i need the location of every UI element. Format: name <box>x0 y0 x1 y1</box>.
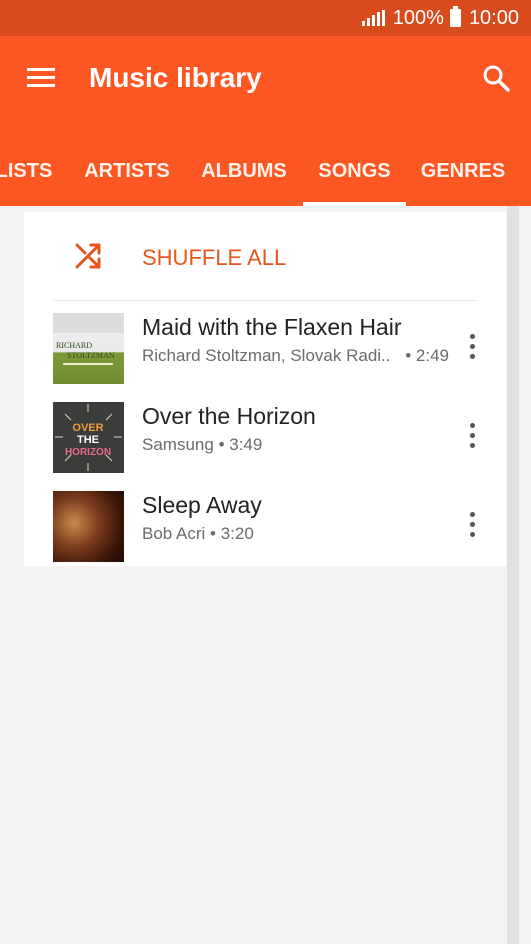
shuffle-all-button[interactable]: SHUFFLE ALL <box>24 212 506 300</box>
song-row[interactable]: RICHARD STOLTZMAN Maid with the Flaxen H… <box>24 304 506 392</box>
album-art: OVER THE HORIZON <box>53 402 124 473</box>
art-label: THE <box>77 434 99 446</box>
menu-icon[interactable] <box>27 68 55 88</box>
art-label: OVER <box>72 422 103 434</box>
shuffle-all-label: SHUFFLE ALL <box>142 245 287 270</box>
song-title: Sleep Away <box>142 492 262 518</box>
song-row[interactable]: OVER THE HORIZON Over the Horizon Samsun… <box>24 393 506 481</box>
divider <box>53 300 478 301</box>
status-bar: 100% 10:00 <box>0 0 531 36</box>
more-options-icon[interactable] <box>462 510 482 540</box>
more-options-icon[interactable] <box>462 421 482 451</box>
tab-artists[interactable]: ARTISTS <box>72 146 182 206</box>
shuffle-icon <box>75 243 101 269</box>
battery-percent: 100% <box>392 6 444 29</box>
song-duration: • 3:20 <box>210 524 254 543</box>
search-icon[interactable] <box>482 64 510 92</box>
album-art <box>53 491 124 562</box>
tab-songs[interactable]: SONGS <box>303 146 406 206</box>
tab-albums[interactable]: ALBUMS <box>190 146 298 206</box>
song-subtitle: Richard Stoltzman, Slovak Radi.. • 2:49 <box>142 346 449 366</box>
tab-bar: LISTS ARTISTS ALBUMS SONGS GENRES <box>0 146 531 206</box>
tab-lists[interactable]: LISTS <box>0 146 54 206</box>
song-row[interactable]: Sleep Away Bob Acri • 3:20 <box>24 482 506 570</box>
art-label: STOLTZMAN <box>67 351 115 360</box>
battery-icon <box>449 6 461 27</box>
song-subtitle: Bob Acri • 3:20 <box>142 524 254 544</box>
album-art: RICHARD STOLTZMAN <box>53 313 124 384</box>
app-bar: Music library LISTS ARTISTS ALBUMS SONGS… <box>0 36 531 206</box>
tab-genres[interactable]: GENRES <box>412 146 514 206</box>
song-artist: Richard Stoltzman, Slovak Radi.. <box>142 346 391 365</box>
song-duration: • 2:49 <box>405 346 449 365</box>
art-label: RICHARD <box>56 341 92 350</box>
song-subtitle: Samsung • 3:49 <box>142 435 262 455</box>
page-title: Music library <box>89 62 262 93</box>
song-artist: Bob Acri <box>142 524 206 543</box>
song-artist: Samsung <box>142 435 214 454</box>
song-title: Over the Horizon <box>142 403 316 429</box>
song-duration: • 3:49 <box>218 435 263 454</box>
clock: 10:00 <box>468 6 519 29</box>
signal-icon <box>361 10 385 26</box>
song-title: Maid with the Flaxen Hair <box>142 314 402 340</box>
songs-list: SHUFFLE ALL RICHARD STOLTZMAN Maid with … <box>24 212 506 566</box>
more-options-icon[interactable] <box>462 332 482 362</box>
art-label: HORIZON <box>65 447 111 458</box>
scrollbar[interactable] <box>507 206 519 944</box>
